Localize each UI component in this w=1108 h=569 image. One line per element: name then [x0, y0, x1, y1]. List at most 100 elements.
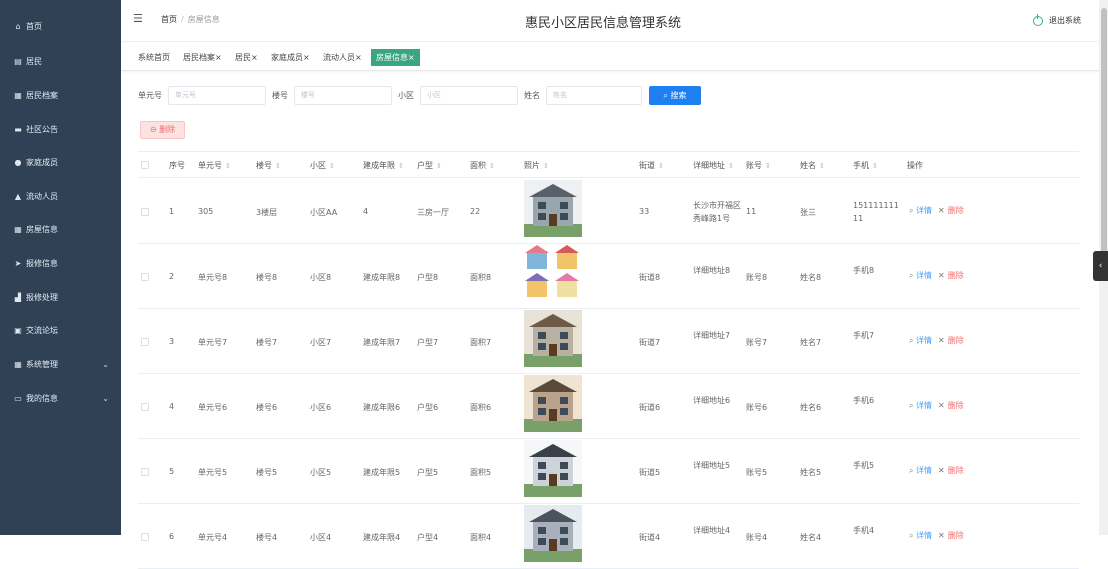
phone-cell: 手机6 [853, 396, 875, 405]
menu-toggle-icon[interactable]: ☰ [133, 12, 143, 25]
row-checkbox[interactable] [141, 208, 149, 216]
sidebar-item-repair-handle[interactable]: ▟ 报修处理 [0, 287, 121, 307]
column-header[interactable]: 单元号 ⇕ [198, 160, 231, 171]
row-checkbox[interactable] [141, 273, 149, 281]
detail-link[interactable]: 详情 [916, 336, 932, 345]
sidebar-item-my-info[interactable]: ▭ 我的信息 ⌄ [0, 388, 121, 408]
tag-residents[interactable]: 居民× [232, 49, 261, 66]
sort-icon[interactable]: ⇕ [275, 162, 281, 170]
sort-icon[interactable]: ⇕ [765, 162, 771, 170]
account-cell: 账号4 [746, 533, 768, 542]
community-input[interactable]: 小区 [420, 86, 518, 105]
sidebar-item-family[interactable]: ● 家庭成员 [0, 152, 121, 172]
table-row: 3 单元号7 楼号7 小区7 建成年限7 户型7 面积7 街道7 详细地址7 账号7 姓名7 手机7 ⌕… [138, 309, 1079, 374]
row-checkbox[interactable] [141, 533, 149, 541]
column-header[interactable]: 手机 ⇕ [853, 160, 878, 171]
column-label: 手机 [853, 161, 869, 170]
sidebar-item-floating[interactable]: ▲ 流动人员 [0, 186, 121, 206]
sidebar-item-repair-info[interactable]: ➤ 报修信息 [0, 253, 121, 273]
side-panel-toggle[interactable]: ‹ [1093, 251, 1108, 281]
column-header[interactable]: 楼号 ⇕ [256, 160, 281, 171]
table-row: 1 305 3楼层 小区AA 4 三房一厅 22 33 长沙市开福区秀峰路1号 11 张三 15111… [138, 179, 1079, 244]
phone-cell: 手机8 [853, 266, 875, 275]
column-header[interactable]: 账号 ⇕ [746, 160, 771, 171]
chat-icon: ▣ [14, 325, 22, 335]
sort-icon[interactable]: ⇕ [398, 162, 404, 170]
sidebar-item-archives[interactable]: ▦ 居民档案 [0, 85, 121, 105]
grid-icon: ▦ [14, 90, 22, 100]
name-cell: 张三 [800, 208, 816, 217]
detail-link[interactable]: 详情 [916, 271, 932, 280]
column-header[interactable]: 照片 ⇕ [524, 160, 549, 171]
column-label: 操作 [907, 161, 923, 170]
detail-link[interactable]: 详情 [916, 206, 932, 215]
tag-system-home[interactable]: 系统首页 [135, 49, 173, 66]
sort-icon[interactable]: ⇕ [728, 162, 734, 170]
column-header[interactable]: 姓名 ⇕ [800, 160, 825, 171]
sidebar-item-residents[interactable]: ▤ 居民 [0, 51, 121, 71]
sort-icon[interactable]: ⇕ [819, 162, 825, 170]
sidebar-item-housing[interactable]: ▦ 房屋信息 [0, 219, 121, 239]
delete-link[interactable]: 删除 [948, 206, 964, 215]
delete-link[interactable]: 删除 [948, 401, 964, 410]
scrollbar-thumb[interactable] [1101, 8, 1107, 258]
tag-family-members[interactable]: 家庭成员× [268, 49, 313, 66]
phone-cell: 手机7 [853, 331, 875, 340]
sort-icon[interactable]: ⇕ [658, 162, 664, 170]
sidebar-item-notices[interactable]: ▬ 社区公告 [0, 119, 121, 139]
name-cell: 姓名6 [800, 403, 822, 412]
street-cell: 街道6 [639, 403, 661, 412]
column-header[interactable]: 序号 [169, 160, 185, 171]
batch-delete-button[interactable]: ⊖ 删除 [140, 121, 185, 139]
unit-input[interactable]: 单元号 [168, 86, 266, 105]
close-icon: ✕ [938, 336, 945, 345]
name-cell: 姓名8 [800, 273, 822, 282]
select-all-checkbox[interactable] [141, 161, 149, 169]
sort-icon[interactable]: ⇕ [329, 162, 335, 170]
sort-icon[interactable]: ⇕ [436, 162, 442, 170]
detail-link[interactable]: 详情 [916, 466, 932, 475]
row-checkbox[interactable] [141, 468, 149, 476]
search-button[interactable]: ⌕ 搜索 [649, 86, 701, 105]
detail-link[interactable]: 详情 [916, 401, 932, 410]
column-header[interactable]: 建成年限 ⇕ [363, 160, 404, 171]
row-number: 1 [169, 207, 175, 216]
column-header[interactable]: 小区 ⇕ [310, 160, 335, 171]
detail-link[interactable]: 详情 [916, 531, 932, 540]
delete-link[interactable]: 删除 [948, 271, 964, 280]
row-checkbox[interactable] [141, 338, 149, 346]
sidebar-item-system[interactable]: ▦ 系统管理 ⌄ [0, 354, 121, 374]
delete-link[interactable]: 删除 [948, 466, 964, 475]
building-cell: 楼号7 [256, 338, 278, 347]
delete-link[interactable]: 删除 [948, 531, 964, 540]
sort-icon[interactable]: ⇕ [489, 162, 495, 170]
delete-link[interactable]: 删除 [948, 336, 964, 345]
type-cell: 三房一厅 [417, 208, 449, 217]
column-header[interactable]: 面积 ⇕ [470, 160, 495, 171]
home-icon: ⌂ [15, 21, 21, 31]
chevron-down-icon: ⌄ [102, 359, 109, 369]
tag-resident-archives[interactable]: 居民档案× [180, 49, 225, 66]
sort-icon[interactable]: ⇕ [225, 162, 231, 170]
column-header[interactable]: 街道 ⇕ [639, 160, 664, 171]
close-icon: ✕ [938, 401, 945, 410]
sidebar-item-forum[interactable]: ▣ 交流论坛 [0, 320, 121, 340]
years-cell: 4 [363, 207, 369, 216]
sort-icon[interactable]: ⇕ [543, 162, 549, 170]
tag-housing-info[interactable]: 房屋信息× [371, 49, 420, 66]
years-cell: 建成年限7 [363, 338, 401, 347]
name-input[interactable]: 姓名 [546, 86, 642, 105]
breadcrumb-home[interactable]: 首页 [161, 15, 177, 24]
row-checkbox[interactable] [141, 403, 149, 411]
chevron-down-icon: ⌄ [102, 393, 109, 403]
column-header[interactable]: 详细地址 ⇕ [693, 160, 734, 171]
sidebar-item-home[interactable]: ⌂ 首页 [0, 16, 121, 36]
column-header[interactable]: 户型 ⇕ [417, 160, 442, 171]
tag-floating-people[interactable]: 流动人员× [320, 49, 365, 66]
address-cell: 详细地址4 [693, 526, 731, 535]
table-row: 6 单元号4 楼号4 小区4 建成年限4 户型4 面积4 街道4 详细地址4 账号4 姓名4 手机4 ⌕… [138, 504, 1079, 569]
logout-button[interactable]: 退出系统 [1033, 13, 1081, 26]
column-label: 楼号 [256, 161, 272, 170]
sort-icon[interactable]: ⇕ [872, 162, 878, 170]
building-input[interactable]: 楼号 [294, 86, 392, 105]
